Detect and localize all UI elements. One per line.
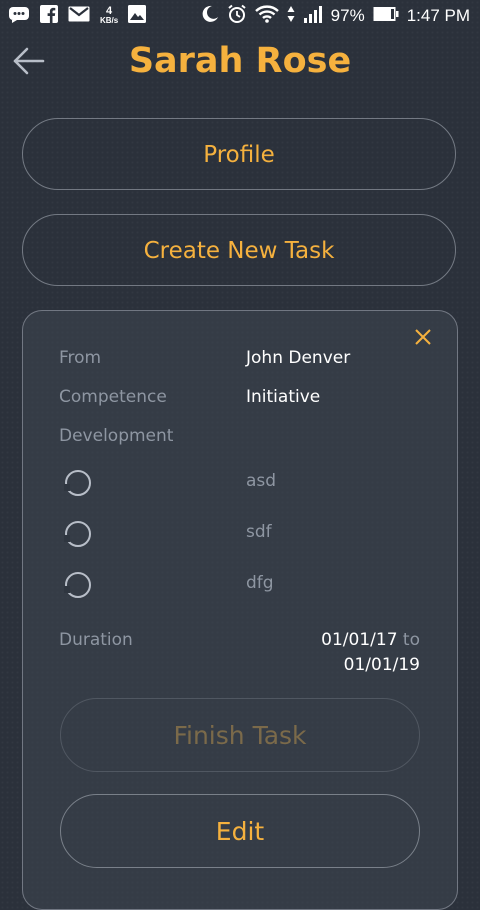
back-button[interactable] (12, 44, 46, 78)
network-speed-unit: KB/s (100, 16, 119, 25)
close-icon (415, 329, 431, 345)
development-radio-2[interactable] (64, 521, 91, 547)
duration-to: to (402, 630, 420, 650)
page-title: Sarah Rose (128, 41, 352, 81)
development-label: Development (59, 426, 174, 446)
moon-icon (201, 5, 219, 28)
status-left-icons: 4 KB/s (8, 4, 147, 28)
competence-value: Initiative (246, 387, 321, 407)
chat-icon (8, 5, 30, 28)
facebook-icon (40, 4, 58, 28)
development-radio-3[interactable] (64, 572, 91, 598)
alarm-icon (227, 4, 247, 29)
create-new-task-button[interactable]: Create New Task (22, 214, 456, 286)
mail-icon (68, 6, 90, 27)
duration-start: 01/01/17 (321, 630, 398, 650)
signal-icon (303, 5, 323, 28)
network-speed-value: 4 (106, 5, 113, 17)
data-transfer-icon (287, 5, 295, 28)
from-value: John Denver (246, 348, 351, 368)
close-task-button[interactable] (412, 326, 434, 348)
finish-task-button[interactable]: Finish Task (60, 698, 420, 772)
from-label: From (59, 348, 102, 368)
duration-end: 01/01/19 (343, 655, 420, 675)
clock-time: 1:47 PM (406, 6, 470, 25)
development-item-label: asd (246, 471, 277, 491)
development-radio-1[interactable] (64, 470, 91, 496)
battery-icon (373, 6, 399, 27)
wifi-icon (254, 4, 279, 28)
competence-label: Competence (59, 387, 167, 407)
image-icon (128, 4, 147, 28)
development-item-label: dfg (246, 573, 274, 593)
duration-start-row: 01/01/17 to (321, 630, 420, 650)
edit-button[interactable]: Edit (60, 794, 420, 868)
profile-button[interactable]: Profile (22, 118, 456, 190)
status-right-icons: 97% 1:47 PM (201, 4, 470, 29)
development-item-label: sdf (246, 522, 272, 542)
arrow-left-icon (13, 47, 45, 75)
battery-percent: 97% (330, 6, 365, 25)
duration-label: Duration (59, 630, 133, 650)
network-speed: 4 KB/s (100, 5, 119, 26)
status-bar: 4 KB/s 97% 1:47 PM (0, 0, 480, 34)
